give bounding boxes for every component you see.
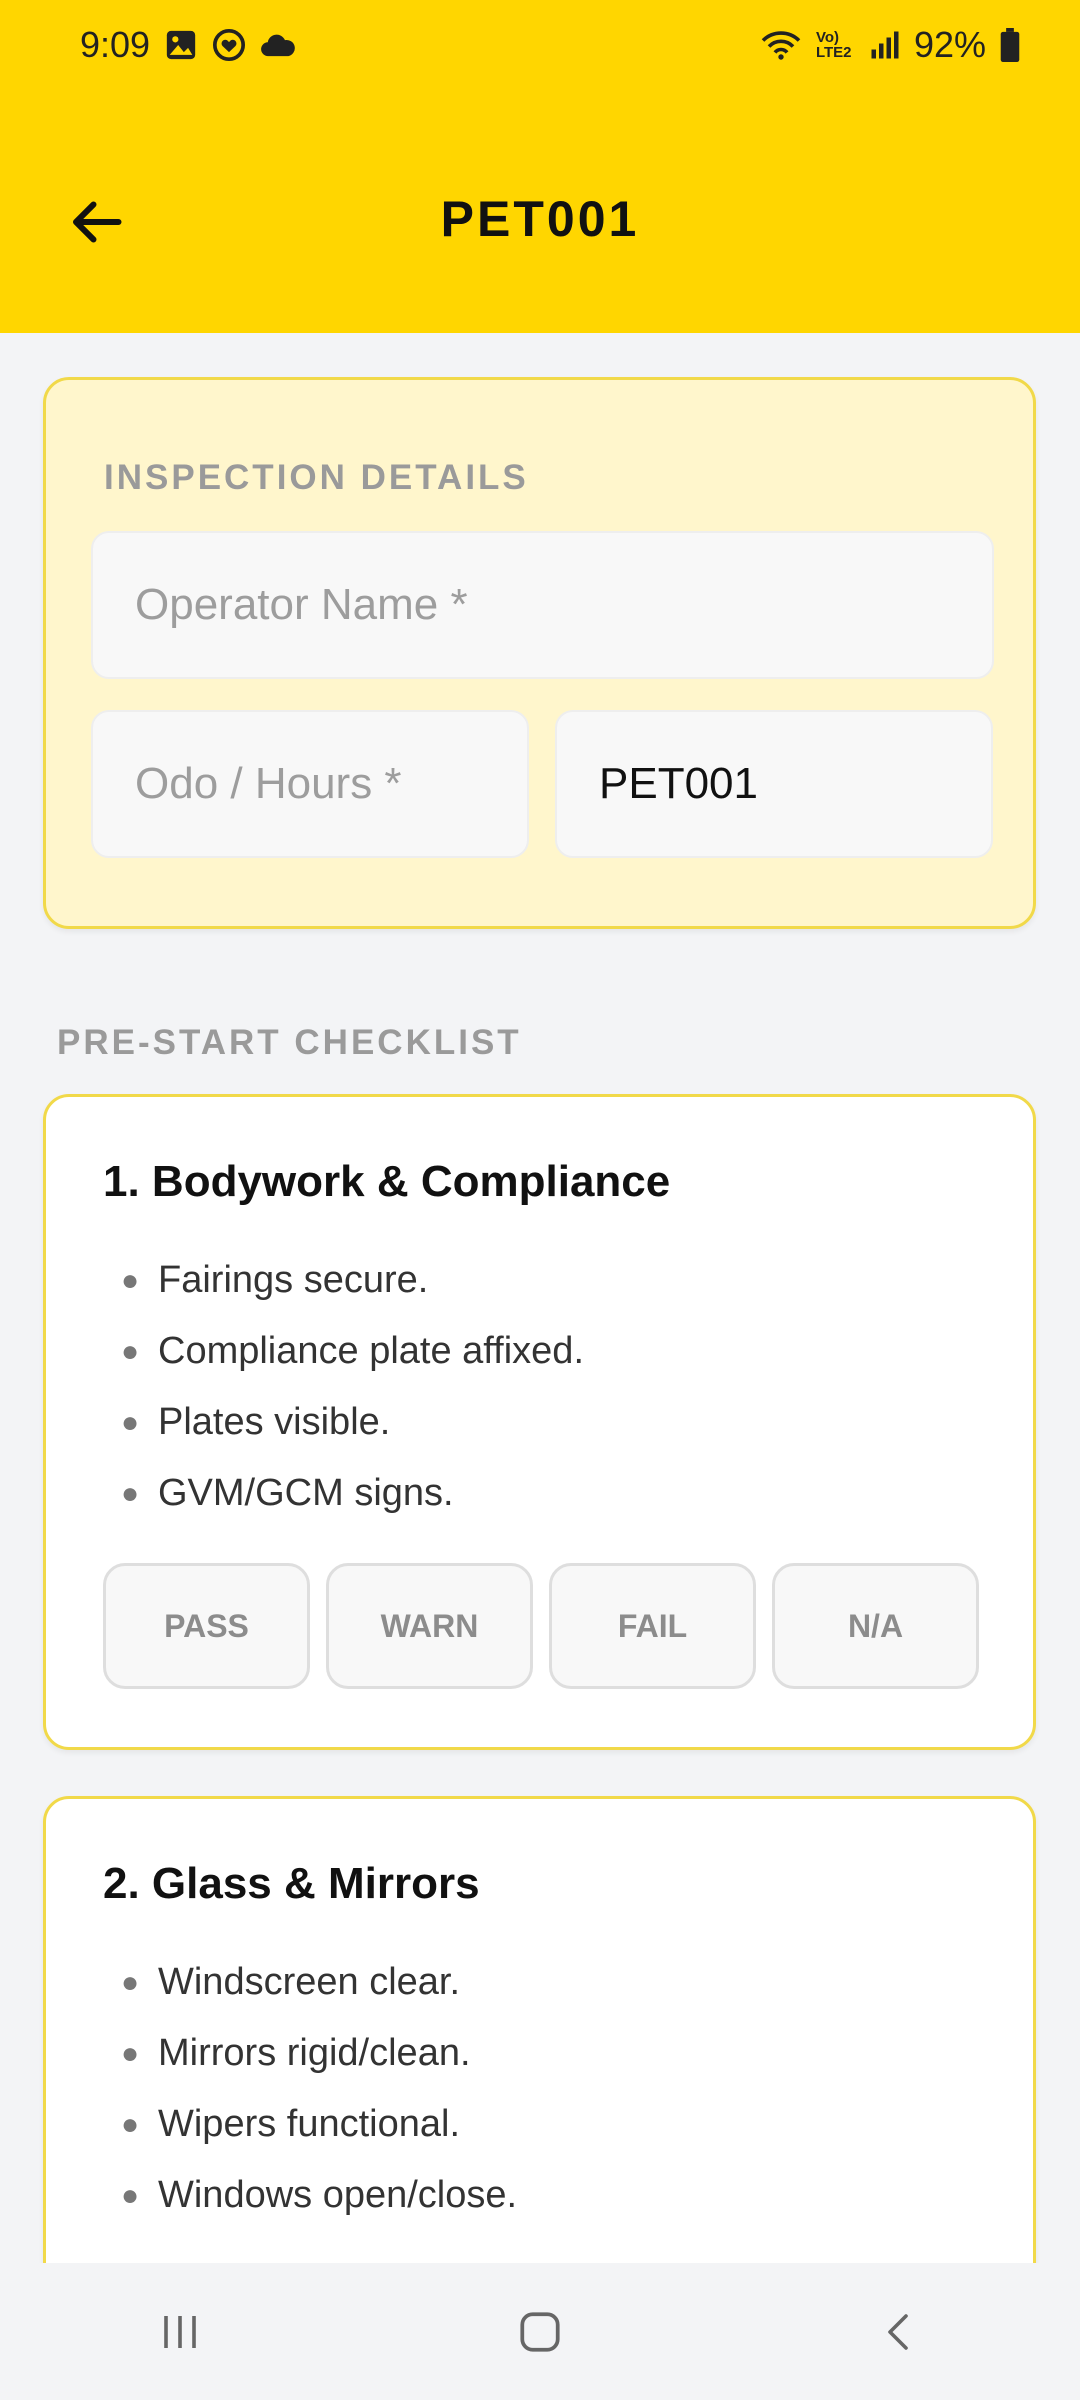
warn-button[interactable]: WARN: [326, 1563, 533, 1689]
wifi-icon: [760, 28, 802, 62]
page-title: PET001: [440, 191, 640, 247]
battery-percent: 92%: [913, 24, 986, 65]
status-bar: 9:09 Vo) LTE2 92%: [0, 0, 1080, 90]
list-item-text: Compliance plate affixed.: [158, 1330, 584, 1372]
signal-icon: [870, 30, 900, 60]
list-item-text: Plates visible.: [158, 1401, 391, 1443]
list-item-text: Wipers functional.: [158, 2103, 461, 2145]
fail-button[interactable]: FAIL: [549, 1563, 756, 1689]
list-item: ● Compliance plate affixed.: [103, 1316, 584, 1387]
checklist-items: ● Fairings secure. ● Compliance plate affi…: [103, 1245, 584, 1529]
list-item-text: Windscreen clear.: [158, 1961, 461, 2003]
heart-badge-icon: [212, 28, 246, 62]
bullet-icon: ●: [121, 2108, 140, 2141]
recent-apps-icon: [164, 2315, 196, 2348]
battery-icon: [1000, 28, 1020, 62]
list-item: ● Mirrors rigid/clean.: [103, 2018, 517, 2089]
home-icon: [520, 2311, 560, 2352]
list-item: ● GVM/GCM signs.: [103, 1458, 584, 1529]
bullet-icon: ●: [121, 1477, 140, 1510]
checklist-card-glass-mirrors: 2. Glass & Mirrors ● Windscreen clear. ● M…: [43, 1796, 1036, 2263]
operator-name-input[interactable]: [91, 531, 994, 679]
list-item: ● Fairings secure.: [103, 1245, 584, 1316]
checklist-items: ● Windscreen clear. ● Mirrors rigid/clean.…: [103, 1947, 517, 2231]
inspection-details-card: INSPECTION DETAILS: [43, 377, 1036, 929]
asset-id-input[interactable]: [555, 710, 993, 858]
status-time: 9:09: [80, 24, 151, 65]
back-nav-icon: [888, 2313, 908, 2350]
list-item: ● Windscreen clear.: [103, 1947, 517, 2018]
na-button[interactable]: N/A: [772, 1563, 979, 1689]
status-button-row: PASS WARN FAIL N/A: [103, 1563, 979, 1689]
app-bar: PET001: [0, 90, 1080, 333]
card-title: 1. Bodywork & Compliance: [103, 1157, 671, 1206]
recent-apps-button[interactable]: [120, 2287, 240, 2377]
inspection-details-label: INSPECTION DETAILS: [104, 458, 529, 497]
bullet-icon: ●: [121, 1966, 140, 1999]
pass-button[interactable]: PASS: [103, 1563, 310, 1689]
status-right: Vo) LTE2 92%: [760, 24, 1020, 66]
list-item-text: GVM/GCM signs.: [158, 1472, 454, 1514]
list-item-text: Windows open/close.: [158, 2174, 518, 2216]
status-left: 9:09: [80, 24, 296, 66]
list-item: ● Windows open/close.: [103, 2160, 517, 2231]
list-item-text: Mirrors rigid/clean.: [158, 2032, 471, 2074]
list-item-text: Fairings secure.: [158, 1259, 429, 1301]
scroll-content[interactable]: INSPECTION DETAILS PRE-START CHECKLIST 1…: [0, 333, 1080, 2263]
back-nav-button[interactable]: [840, 2287, 960, 2377]
network-label: Vo) LTE2: [815, 29, 852, 61]
gallery-icon: [164, 28, 198, 62]
bullet-icon: ●: [121, 2179, 140, 2212]
bullet-icon: ●: [121, 2037, 140, 2070]
system-nav-bar: [0, 2263, 1080, 2400]
list-item: ● Wipers functional.: [103, 2089, 517, 2160]
bullet-icon: ●: [121, 1335, 140, 1368]
list-item: ● Plates visible.: [103, 1387, 584, 1458]
card-title: 2. Glass & Mirrors: [103, 1859, 480, 1908]
bullet-icon: ●: [121, 1406, 140, 1439]
pre-start-checklist-label: PRE-START CHECKLIST: [57, 1023, 522, 1062]
cloud-icon: [260, 30, 296, 60]
home-button[interactable]: [480, 2287, 600, 2377]
bullet-icon: ●: [121, 1264, 140, 1297]
odo-hours-input[interactable]: [91, 710, 529, 858]
checklist-card-bodywork: 1. Bodywork & Compliance ● Fairings secur…: [43, 1094, 1036, 1750]
